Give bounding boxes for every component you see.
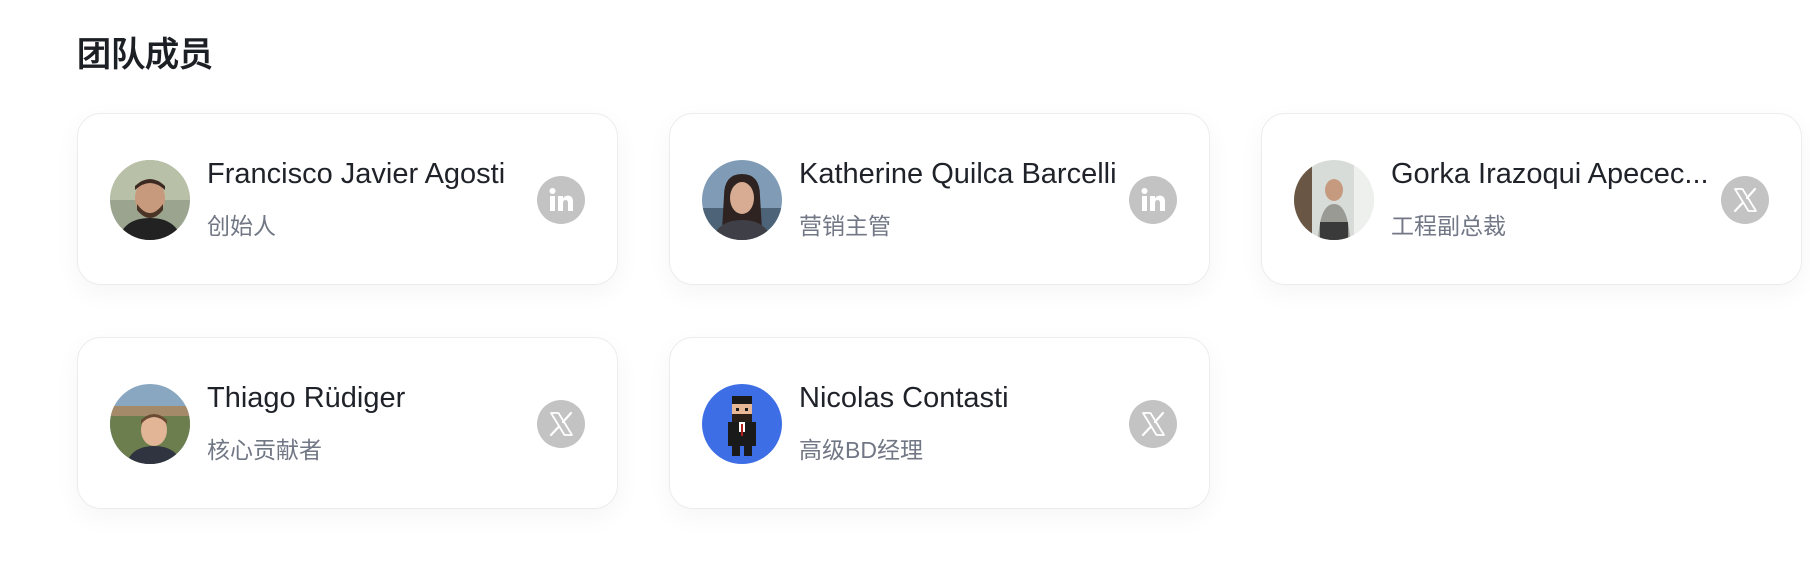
- x-link[interactable]: [1721, 176, 1769, 224]
- team-member-card: Thiago Rüdiger 核心贡献者: [77, 337, 618, 509]
- team-member-card: Gorka Irazoqui Apecec... 工程副总裁: [1261, 113, 1802, 285]
- member-role: 工程副总裁: [1391, 213, 1506, 239]
- team-member-card: Katherine Quilca Barcelli 营销主管: [669, 113, 1210, 285]
- linkedin-link[interactable]: [537, 176, 585, 224]
- member-role: 营销主管: [799, 213, 891, 239]
- x-icon: [1733, 187, 1757, 213]
- avatar: [702, 384, 782, 464]
- member-name: Francisco Javier Agosti: [207, 158, 506, 190]
- team-member-card: Nicolas Contasti 高级BD经理: [669, 337, 1210, 509]
- member-name: Katherine Quilca Barcelli: [799, 158, 1117, 190]
- avatar: [110, 160, 190, 240]
- avatar: [1294, 160, 1374, 240]
- member-name: Thiago Rüdiger: [207, 382, 406, 414]
- x-icon: [549, 411, 573, 437]
- linkedin-link[interactable]: [1129, 176, 1177, 224]
- member-name: Gorka Irazoqui Apecec...: [1391, 158, 1709, 190]
- member-role: 核心贡献者: [207, 437, 322, 463]
- avatar: [110, 384, 190, 464]
- member-role: 创始人: [207, 213, 276, 239]
- linkedin-icon: [549, 188, 573, 211]
- x-link[interactable]: [537, 400, 585, 448]
- team-member-card: Francisco Javier Agosti 创始人: [77, 113, 618, 285]
- avatar: [702, 160, 782, 240]
- x-link[interactable]: [1129, 400, 1177, 448]
- member-role: 高级BD经理: [799, 437, 923, 463]
- member-name: Nicolas Contasti: [799, 382, 1009, 414]
- linkedin-icon: [1141, 188, 1165, 211]
- section-title: 团队成员: [77, 36, 213, 74]
- x-icon: [1141, 411, 1165, 437]
